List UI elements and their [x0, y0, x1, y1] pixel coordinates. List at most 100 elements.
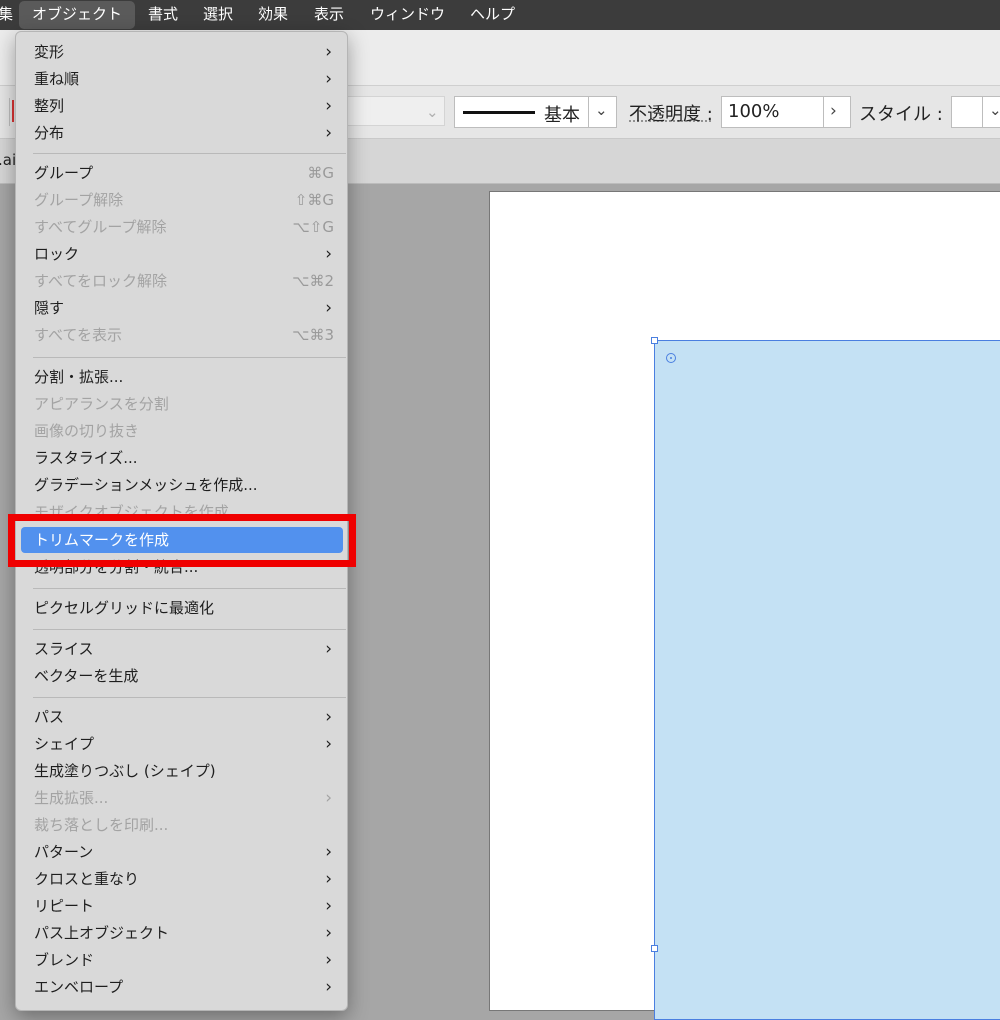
menu-item-arrange[interactable]: 重ね順 › [34, 66, 334, 92]
opacity-value: 100% [728, 101, 780, 122]
menu-item-shortcut: ⇧⌘G [294, 191, 334, 209]
opacity-field[interactable]: 100% › [721, 96, 851, 128]
menu-item-label: ロック [34, 245, 80, 263]
chevron-right-icon: › [325, 923, 332, 943]
menu-item-create-gradient-mesh[interactable]: グラデーションメッシュを作成... [34, 472, 334, 498]
selection-handle-top-left[interactable] [651, 337, 658, 344]
menu-item-label: グループ [34, 164, 94, 182]
menu-item-hide[interactable]: 隠す › [34, 295, 334, 321]
menu-item-make-pixel-perfect[interactable]: ピクセルグリッドに最適化 [34, 595, 334, 621]
menubar-item-window[interactable]: ウィンドウ [370, 0, 445, 30]
chevron-down-icon: ⌄ [989, 101, 1000, 119]
menu-item-print-bleed: 裁ち落としを印刷... [34, 812, 334, 838]
chevron-right-icon: › [325, 298, 332, 318]
menu-item-transform[interactable]: 変形 › [34, 39, 334, 65]
chevron-right-icon: › [325, 842, 332, 862]
menu-item-label: 裁ち落としを印刷... [34, 816, 169, 834]
menu-item-label: クロスと重なり [34, 870, 140, 888]
menu-item-label: グループ解除 [34, 191, 124, 209]
divider [982, 97, 983, 127]
menu-item-envelope-distort[interactable]: エンベロープ › [34, 974, 334, 1000]
menu-item-slice[interactable]: スライス › [34, 636, 334, 662]
chevron-right-icon: › [325, 977, 332, 997]
graphic-style-dropdown[interactable]: ⌄ [951, 96, 1000, 128]
menu-item-crop-image: 画像の切り抜き [34, 418, 334, 444]
menubar-item-edit[interactable]: 集 [0, 0, 13, 30]
menubar-item-help[interactable]: ヘルプ [470, 0, 515, 30]
menu-item-label: スライス [34, 640, 94, 658]
chevron-right-icon: › [325, 42, 332, 62]
opacity-label[interactable]: 不透明度 : [629, 100, 713, 126]
menu-item-lock[interactable]: ロック › [34, 241, 334, 267]
menu-item-label: 生成拡張... [34, 789, 109, 807]
menu-item-group[interactable]: グループ ⌘G [34, 160, 334, 186]
selection-handle-bottom-left[interactable] [651, 945, 658, 952]
menu-separator [33, 153, 346, 154]
chevron-right-icon: › [325, 96, 332, 116]
chevron-right-icon: › [325, 896, 332, 916]
chevron-right-icon: › [325, 123, 332, 143]
menu-item-label: すべてを表示 [34, 326, 123, 344]
menu-separator [33, 357, 346, 358]
menu-item-shortcut: ⌥⇧G [292, 218, 334, 236]
menu-item-pattern[interactable]: パターン › [34, 839, 334, 865]
divider [9, 98, 10, 126]
menu-item-expand[interactable]: 分割・拡張... [34, 364, 334, 390]
menu-item-blend[interactable]: ブレンド › [34, 947, 334, 973]
menu-item-align[interactable]: 整列 › [34, 93, 334, 119]
menu-item-label: ベクターを生成 [34, 667, 139, 685]
menubar-item-type[interactable]: 書式 [148, 0, 178, 30]
menu-item-unlock-all: すべてをロック解除 ⌥⌘2 [34, 268, 334, 294]
menu-item-label: 重ね順 [34, 70, 80, 88]
menu-item-rasterize[interactable]: ラスタライズ... [34, 445, 334, 471]
menu-item-label: アピアランスを分割 [34, 395, 169, 413]
chevron-down-icon: ⌄ [426, 103, 439, 121]
chevron-right-icon: › [325, 734, 332, 754]
stroke-profile-label: 基本 [544, 105, 580, 126]
menu-item-show-all: すべてを表示 ⌥⌘3 [34, 322, 334, 348]
stroke-line-preview [463, 111, 535, 114]
chevron-right-icon: › [325, 69, 332, 89]
menu-item-generative-shape-fill[interactable]: 生成塗りつぶし (シェイプ) [34, 758, 334, 784]
menu-item-generative-expand: 生成拡張... › [34, 785, 334, 811]
menu-item-shortcut: ⌥⌘3 [292, 326, 334, 344]
menubar-item-view[interactable]: 表示 [314, 0, 344, 30]
menu-item-ungroup: グループ解除 ⇧⌘G [34, 187, 334, 213]
menu-item-shape[interactable]: シェイプ › [34, 731, 334, 757]
menu-item-label: 分割・拡張... [34, 368, 124, 386]
menu-item-shortcut: ⌥⌘2 [292, 272, 334, 290]
menu-item-objects-on-path[interactable]: パス上オブジェクト › [34, 920, 334, 946]
menu-item-label: シェイプ [34, 735, 95, 753]
menu-item-path[interactable]: パス › [34, 704, 334, 730]
chevron-right-icon: › [325, 244, 332, 264]
menu-item-generate-vectors[interactable]: ベクターを生成 [34, 663, 334, 689]
menu-item-label: ブレンド [34, 951, 95, 969]
menu-separator [33, 629, 346, 630]
menu-item-label: 隠す [34, 299, 65, 317]
stroke-profile-dropdown[interactable]: 基本 ⌄ [454, 96, 617, 128]
menu-item-label: すべてグループ解除 [34, 218, 167, 236]
center-point-icon [666, 353, 676, 363]
menu-item-ungroup-all: すべてグループ解除 ⌥⇧G [34, 214, 334, 240]
menu-item-label: パターン [34, 843, 94, 861]
document-tab[interactable]: .ai [0, 151, 16, 169]
menubar-item-select[interactable]: 選択 [203, 0, 233, 30]
selected-rectangle[interactable] [654, 340, 1000, 1020]
callout-highlight-box [8, 514, 356, 567]
menu-item-shortcut: ⌘G [307, 164, 334, 182]
menubar: 集 オブジェクト 書式 選択 効果 表示 ウィンドウ ヘルプ [0, 0, 1000, 30]
brush-dropdown[interactable]: ⌄ [345, 96, 445, 126]
menu-item-label: すべてをロック解除 [34, 272, 168, 290]
chevron-right-icon: › [325, 950, 332, 970]
divider [823, 97, 824, 127]
menu-item-distribute[interactable]: 分布 › [34, 120, 334, 146]
menu-item-label: ピクセルグリッドに最適化 [34, 599, 215, 617]
menu-item-repeat[interactable]: リピート › [34, 893, 334, 919]
chevron-right-icon: › [325, 869, 332, 889]
menu-item-intertwine[interactable]: クロスと重なり › [34, 866, 334, 892]
menu-item-label: パス [34, 708, 65, 726]
menubar-item-effect[interactable]: 効果 [258, 0, 288, 30]
menubar-item-object[interactable]: オブジェクト [19, 1, 136, 29]
menu-item-label: パス上オブジェクト [34, 924, 170, 942]
chevron-right-icon[interactable]: › [830, 101, 837, 121]
